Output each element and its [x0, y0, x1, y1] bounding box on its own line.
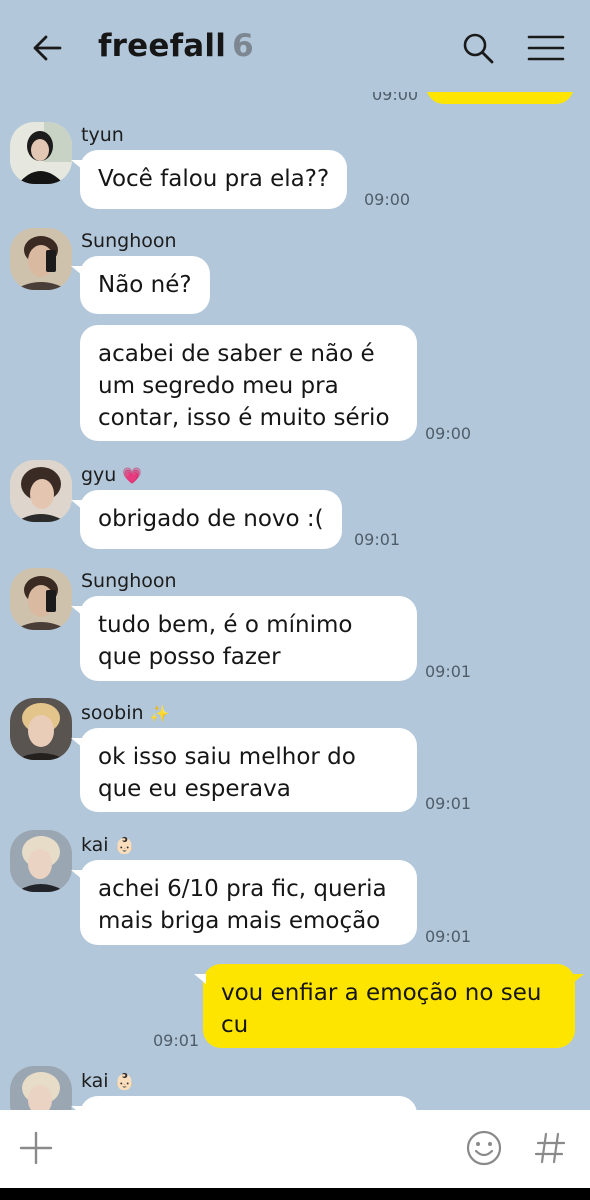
hamburger-menu-icon [527, 35, 565, 61]
search-button[interactable] [458, 28, 498, 68]
message-bubble[interactable]: ok isso saiu melhor do que eu esperava [71, 728, 417, 812]
message-bubble[interactable]: obrigado de novo :( [71, 490, 342, 549]
chat-name: freefall [98, 28, 227, 64]
baby-emoji-icon: 👶🏻 [114, 1072, 135, 1091]
avatar-sunghoon[interactable] [10, 568, 72, 630]
avatar-tyun[interactable] [10, 122, 72, 184]
hash-icon [534, 1132, 566, 1164]
avatar-gyu[interactable] [10, 460, 72, 522]
heart-emoji-icon: 💗 [122, 466, 143, 485]
avatar-kai[interactable] [10, 1066, 72, 1110]
message-bubble-partial[interactable] [71, 1096, 417, 1110]
message-time: 09:00 [364, 190, 411, 209]
message-time: 09:01 [153, 1031, 200, 1050]
message-time: 09:00 [425, 424, 472, 443]
emoji-button[interactable] [464, 1128, 504, 1168]
sender-name: Sunghoon [81, 570, 177, 592]
message-time: 09:01 [425, 662, 472, 681]
avatar-sunghoon[interactable] [10, 228, 72, 290]
sender-name-text: soobin [81, 702, 144, 724]
attach-button[interactable] [18, 1130, 54, 1166]
message-list[interactable]: 09:00 tyun Você falou pra ela?? 09:00 Su… [0, 92, 590, 1110]
hashtag-button[interactable] [532, 1128, 568, 1168]
system-nav-bar [0, 1188, 590, 1200]
input-bar [0, 1110, 590, 1188]
plus-icon [19, 1131, 53, 1165]
message-time: 09:00 [372, 92, 419, 104]
my-message-bubble-partial[interactable] [426, 92, 574, 104]
sender-name-text: gyu [81, 464, 117, 486]
message-bubble[interactable]: Você falou pra ela?? [70, 150, 348, 209]
sender-name: Sunghoon [81, 230, 177, 252]
member-count: 6 [232, 28, 254, 64]
sender-name: kai 👶🏻 [81, 834, 135, 856]
sender-name: gyu 💗 [81, 464, 142, 486]
back-button[interactable] [28, 28, 68, 68]
baby-emoji-icon: 👶🏻 [114, 836, 135, 855]
message-time: 09:01 [354, 530, 401, 549]
menu-button[interactable] [524, 28, 568, 68]
chat-title: freefall 6 [98, 28, 254, 64]
message-bubble[interactable]: Não né? [71, 256, 210, 314]
sender-name-text: kai [81, 834, 109, 856]
sender-name: kai 👶🏻 [81, 1070, 135, 1092]
sparkles-emoji-icon: ✨ [149, 704, 170, 723]
avatar-soobin[interactable] [10, 698, 72, 760]
avatar-kai[interactable] [10, 830, 72, 892]
message-bubble[interactable]: achei 6/10 pra fic, queria mais briga ma… [71, 860, 417, 945]
sender-name: tyun [81, 124, 124, 146]
sender-name: soobin ✨ [81, 702, 170, 724]
my-message-bubble[interactable]: vou enfiar a emoção no seu cu [194, 964, 584, 1048]
search-icon [463, 33, 494, 64]
message-bubble[interactable]: tudo bem, é o mínimo que posso fazer [71, 596, 417, 681]
message-time: 09:01 [425, 927, 472, 946]
message-bubble[interactable]: acabei de saber e não é um segredo meu p… [80, 325, 417, 441]
smiley-icon [466, 1130, 502, 1166]
message-time: 09:01 [425, 794, 472, 813]
sender-name-text: kai [81, 1070, 109, 1092]
chat-header: freefall 6 [0, 0, 590, 92]
arrow-left-icon [33, 35, 62, 61]
